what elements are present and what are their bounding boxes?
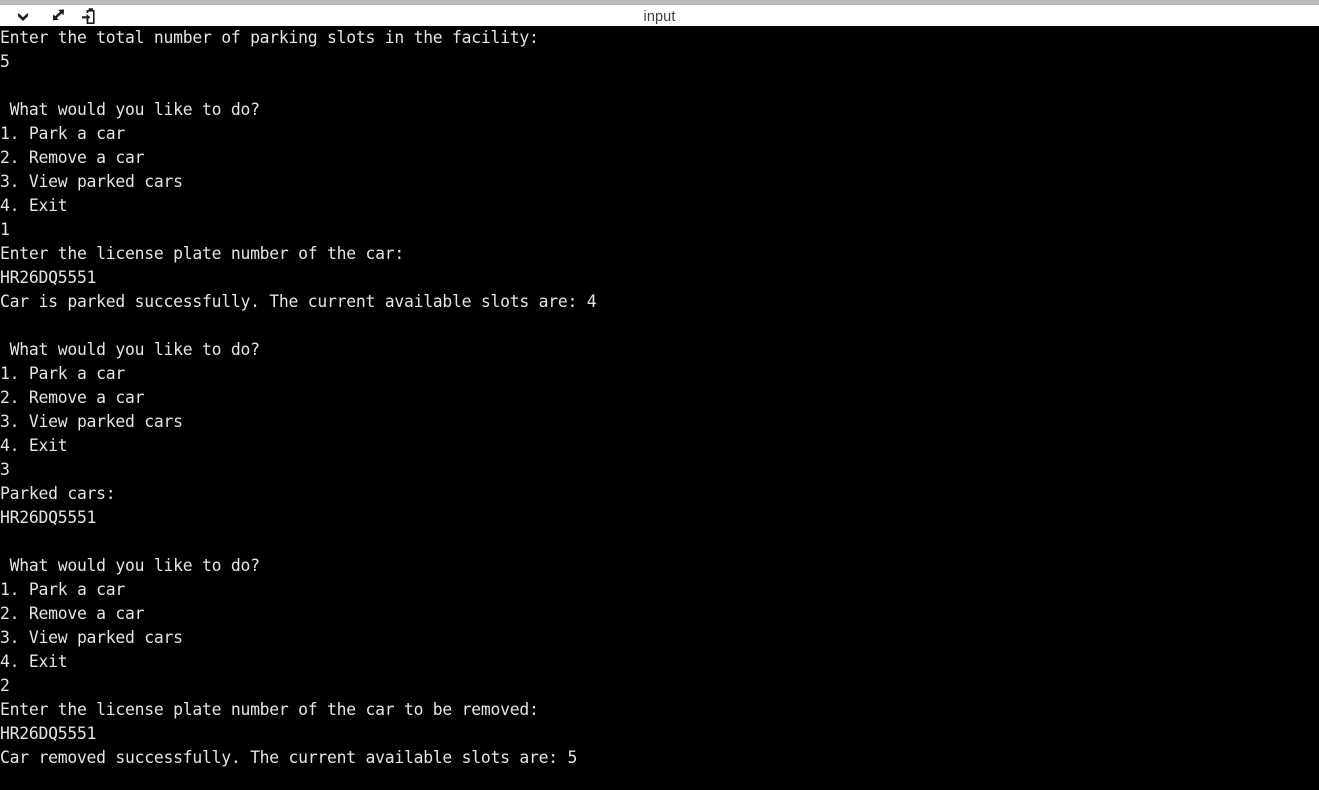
terminal-line: HR26DQ5551 [0,508,97,527]
terminal-line: 4. Exit [0,436,68,455]
terminal-line: 2 [0,676,10,695]
terminal-line: HR26DQ5551 [0,268,97,287]
clipboard-paste-icon [81,7,101,27]
terminal-line: Enter the license plate number of the ca… [0,244,404,263]
terminal-line: 1 [0,220,10,239]
terminal-line: 2. Remove a car [0,388,145,407]
terminal-line: Car removed successfully. The current av… [0,748,578,767]
terminal-line: 5 [0,52,10,71]
terminal-line: 3. View parked cars [0,172,183,191]
terminal-line: 3. View parked cars [0,412,183,431]
terminal-line: 2. Remove a car [0,604,145,623]
terminal-line: 2. Remove a car [0,148,145,167]
terminal-line: 3 [0,460,10,479]
terminal-line: Car is parked successfully. The current … [0,292,597,311]
terminal-line: 1. Park a car [0,580,126,599]
terminal-line: What would you like to do? [0,100,260,119]
program-output-window: input Enter the total number of parking … [0,0,1319,790]
terminal-line: 3. View parked cars [0,628,183,647]
clipboard-paste-icon-button[interactable] [74,6,108,28]
toolbar-buttons [0,5,108,28]
expand-arrows-icon [47,8,67,26]
window-title: input [643,8,676,25]
chevron-down-icon [14,10,32,24]
terminal-line: 4. Exit [0,652,68,671]
terminal-line: HR26DQ5551 [0,724,97,743]
terminal-line: 1. Park a car [0,124,126,143]
expand-arrows-icon-button[interactable] [40,6,74,28]
terminal-line: Enter the total number of parking slots … [0,28,539,47]
terminal-line: Parked cars: [0,484,116,503]
terminal-output[interactable]: Enter the total number of parking slots … [0,26,1319,788]
terminal-line: Enter the license plate number of the ca… [0,700,539,719]
title-bar: input [0,5,1319,28]
terminal-line: 1. Park a car [0,364,126,383]
terminal-line: What would you like to do? [0,556,260,575]
terminal-line: What would you like to do? [0,340,260,359]
terminal-line: 4. Exit [0,196,68,215]
chevron-down-icon-button[interactable] [6,6,40,28]
